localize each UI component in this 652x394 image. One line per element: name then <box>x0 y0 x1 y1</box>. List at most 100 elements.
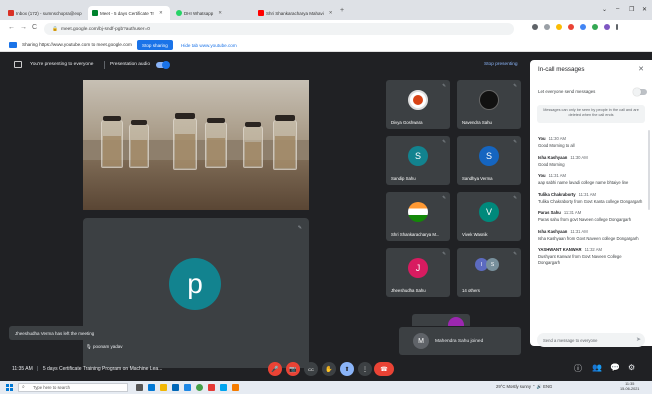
reload-icon[interactable]: C <box>32 24 37 31</box>
pin-icon[interactable]: ✎ <box>442 195 446 201</box>
store-icon[interactable] <box>172 384 179 391</box>
pin-icon[interactable]: ✎ <box>442 83 446 89</box>
participant-tile[interactable]: ✎ Shri Shankaracharya M... <box>386 192 450 241</box>
close-icon[interactable]: ✕ <box>159 10 163 16</box>
close-icon[interactable]: ✕ <box>638 65 644 73</box>
message-text: Tulika Chakraborty from Govt Kanta colle… <box>538 198 643 204</box>
new-tab-button[interactable]: + <box>340 7 344 14</box>
forward-icon[interactable]: → <box>20 24 27 31</box>
tab-meet[interactable]: Meet - 5 days Certificate Tr ✕ <box>88 6 170 20</box>
extension-icon[interactable] <box>592 24 598 30</box>
chat-placeholder: Send a message to everyone <box>543 337 598 343</box>
address-bar[interactable]: 🔒 meet.google.com/bj-sndf-pgb?authuser=0 <box>44 23 514 35</box>
close-icon[interactable]: ✕ <box>218 10 222 16</box>
message-header: You 11:30 AM <box>538 136 644 141</box>
message-time: 11:30 AM <box>570 154 588 160</box>
sender: Isha Kashyaan <box>538 154 568 160</box>
tab-label: Meet - 5 days Certificate Tr <box>100 10 155 16</box>
specimen-jar <box>173 118 197 170</box>
avatar: S <box>408 146 428 166</box>
captions-icon[interactable]: CC <box>304 362 318 376</box>
app-icon[interactable] <box>208 384 215 391</box>
camera-icon[interactable] <box>532 24 538 30</box>
participant-tile[interactable]: ✎ S Sandip Sahu <box>386 136 450 185</box>
participant-tile-partial[interactable] <box>412 314 470 326</box>
tab-gmail[interactable]: Inbox (172) - sumnschopra@exp ✕ <box>4 6 86 20</box>
pin-icon[interactable]: ✎ <box>442 139 446 145</box>
avatar: S <box>486 258 499 271</box>
more-options-icon[interactable]: ⋮ <box>358 362 372 376</box>
participant-tile[interactable]: ✎ Navendra Sahu <box>457 80 521 129</box>
pin-icon[interactable]: ✎ <box>513 139 517 145</box>
raise-hand-icon[interactable]: ✋ <box>322 362 336 376</box>
tab-youtube[interactable]: Shri Shankaracharya Mahavi ✕ <box>254 6 336 20</box>
tab-whatsapp[interactable]: DHI Whatsapp ✕ <box>172 6 252 20</box>
minimize-icon[interactable]: – <box>616 6 619 12</box>
participant-tile[interactable]: ✎ V Vivek Wasnik <box>457 192 521 241</box>
participant-tile[interactable]: ✎ Divya Goshwara <box>386 80 450 129</box>
message-header: YASHWANT KANWAR 11:32 AM <box>538 247 644 252</box>
maximize-icon[interactable]: ❐ <box>629 6 634 13</box>
app-icon[interactable] <box>220 384 227 391</box>
others-tile[interactable]: ✎ I S 14 others <box>457 248 521 297</box>
task-view-icon[interactable] <box>136 384 143 391</box>
chat-scrollbar[interactable] <box>648 130 650 210</box>
sender: Tulika Chakraborty <box>538 191 576 197</box>
avatar: V <box>479 202 499 222</box>
hide-button[interactable]: Hide tab www.youtube.com <box>176 40 242 50</box>
menu-icon[interactable] <box>616 24 618 30</box>
avatar: S <box>479 146 499 166</box>
system-tray[interactable]: 29°C Mostly sunny ⌃ 🔊 ENG <box>496 384 552 390</box>
meet-icon <box>92 10 98 16</box>
clock[interactable]: 11:35 15-06-2021 <box>620 382 639 392</box>
mic-icon[interactable]: 🎤 <box>268 362 282 376</box>
chat-input[interactable]: Send a message to everyone ➤ <box>537 333 645 347</box>
joined-text: Mahendra Sahu joined <box>435 338 484 344</box>
message-text: Isha Kashyaan from Govt Naveen college D… <box>538 235 639 241</box>
camera-icon[interactable]: 📷 <box>286 362 300 376</box>
taskbar-search[interactable]: Type here to search <box>18 383 128 392</box>
search-placeholder: Type here to search <box>33 385 71 390</box>
file-explorer-icon[interactable] <box>160 384 167 391</box>
extension-icon[interactable] <box>568 24 574 30</box>
info-icon[interactable]: ⓘ <box>574 363 582 374</box>
avatar: M <box>413 333 429 349</box>
share-icon[interactable] <box>544 24 550 30</box>
chat-icon[interactable]: 💬 <box>610 363 620 372</box>
pin-icon[interactable]: ✎ <box>513 195 517 201</box>
pin-icon[interactable]: ✎ <box>513 83 517 89</box>
message-list: You 11:30 AM Good Morning to all Isha Kas… <box>538 136 644 271</box>
end-call-button[interactable]: ☎ <box>374 362 394 376</box>
edge-icon[interactable] <box>148 384 155 391</box>
star-icon[interactable] <box>556 24 562 30</box>
chrome-icon[interactable] <box>196 384 203 391</box>
stop-sharing-button[interactable]: Stop sharing <box>137 40 173 50</box>
message-header: Paras Sahu 11:31 AM <box>538 210 644 215</box>
activities-icon[interactable]: ⚙ <box>628 363 635 372</box>
present-icon[interactable]: ⬆ <box>340 362 354 376</box>
chat-message: Paras Sahu 11:31 AM Paras sahu from govt … <box>538 210 644 223</box>
pin-icon[interactable]: ✎ <box>513 251 517 257</box>
participant-tile[interactable]: ✎ J Jheeshudha Sahu <box>386 248 450 297</box>
allow-messages-toggle[interactable] <box>633 88 647 96</box>
participant-name: Shri Shankaracharya M... <box>391 232 440 237</box>
close-window-icon[interactable]: ✕ <box>642 6 647 13</box>
message-time: 11:31 AM <box>563 210 582 215</box>
mail-icon[interactable] <box>184 384 191 391</box>
tab-search-icon[interactable]: ⌄ <box>602 6 607 13</box>
jar-lid <box>207 118 225 123</box>
presentation-audio-toggle[interactable] <box>156 61 170 69</box>
profile-avatar[interactable] <box>604 24 610 30</box>
app-icon[interactable] <box>232 384 239 391</box>
pin-icon[interactable]: ✎ <box>442 251 446 257</box>
stop-presenting-button[interactable]: Stop presenting <box>484 62 518 67</box>
back-icon[interactable]: ← <box>8 24 15 31</box>
participant-tile[interactable]: ✎ S Sandhya Verma <box>457 136 521 185</box>
close-icon[interactable]: ✕ <box>329 10 333 16</box>
extension-icon[interactable] <box>580 24 586 30</box>
pin-icon[interactable]: ✎ <box>298 225 302 231</box>
url-text: meet.google.com/bj-sndf-pgb?authuser=0 <box>60 26 150 32</box>
windows-start-icon[interactable] <box>6 384 13 391</box>
send-icon[interactable]: ➤ <box>636 336 641 343</box>
people-icon[interactable]: 👥 <box>592 363 602 372</box>
